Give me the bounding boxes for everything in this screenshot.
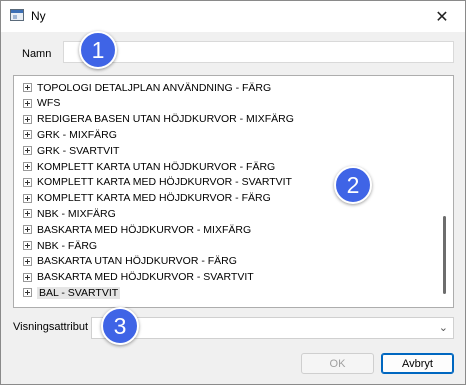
expand-plus-icon[interactable]	[23, 162, 32, 171]
tree-item[interactable]: KOMPLETT KARTA MED HÖJDKURVOR - FÄRG	[23, 190, 271, 207]
tree-scrollbar-thumb[interactable]	[443, 216, 446, 294]
expand-plus-icon[interactable]	[23, 225, 32, 235]
tree-item-label: GRK - SVARTVIT	[37, 144, 120, 157]
tree-item[interactable]: NBK - MIXFÄRG	[23, 205, 116, 222]
tree-item[interactable]: BASKARTA MED HÖJDKURVOR - MIXFÄRG	[23, 221, 251, 238]
tree-item-label: NBK - FÄRG	[37, 239, 98, 252]
tree-item-label: REDIGERA BASEN UTAN HÖJDKURVOR - MIXFÄRG	[37, 113, 294, 126]
tree-item-label: GRK - MIXFÄRG	[37, 128, 117, 141]
tree-item-label: TOPOLOGI DETALJPLAN ANVÄNDNING - FÄRG	[37, 81, 272, 94]
expand-plus-icon[interactable]	[23, 114, 32, 124]
tree-item[interactable]: BASKARTA MED HÖJDKURVOR - SVARTVIT	[23, 269, 254, 286]
display-attribute-dropdown[interactable]: ⌄	[91, 317, 454, 339]
tree-item[interactable]: TOPOLOGI DETALJPLAN ANVÄNDNING - FÄRG	[23, 79, 271, 96]
expand-plus-icon[interactable]	[23, 272, 32, 282]
tree-item-label: KOMPLETT KARTA UTAN HÖJDKURVOR - FÄRG	[37, 160, 276, 173]
window-title: Ny	[31, 9, 46, 23]
display-attribute-label: Visningsattribut	[13, 321, 89, 333]
expand-plus-icon[interactable]	[23, 209, 32, 219]
tree-item[interactable]: NBK - FÄRG	[23, 237, 97, 254]
expand-plus-icon[interactable]	[23, 177, 32, 187]
window-app-icon	[10, 9, 24, 21]
name-label: Namn	[22, 48, 52, 60]
tree-item-label: KOMPLETT KARTA MED HÖJDKURVOR - FÄRG	[37, 192, 271, 205]
tree-item-label: NBK - MIXFÄRG	[37, 207, 116, 220]
tree-item[interactable]: KOMPLETT KARTA MED HÖJDKURVOR - SVARTVIT	[23, 174, 292, 191]
expand-plus-icon[interactable]	[23, 241, 32, 250]
callout-badge-1: 1	[79, 31, 117, 69]
dialog-window: Ny ✕ Namn TOPOLOGI DETALJPLAN ANVÄNDNING…	[0, 0, 466, 385]
cancel-button[interactable]: Avbryt	[381, 353, 454, 374]
expand-plus-icon[interactable]	[23, 193, 32, 203]
expand-plus-icon[interactable]	[23, 98, 32, 108]
expand-plus-icon[interactable]	[23, 130, 32, 140]
close-button[interactable]: ✕	[419, 1, 465, 32]
tree-item[interactable]: GRK - MIXFÄRG	[23, 126, 117, 143]
tree-item-label: BAL - SVARTVIT	[37, 286, 121, 299]
callout-badge-2: 2	[334, 166, 372, 204]
close-icon: ✕	[435, 8, 449, 26]
tree-item-label: BASKARTA UTAN HÖJDKURVOR - FÄRG	[37, 255, 237, 268]
chevron-down-icon[interactable]: ⌄	[439, 321, 448, 334]
tree-item[interactable]: REDIGERA BASEN UTAN HÖJDKURVOR - MIXFÄRG	[23, 111, 294, 128]
name-input[interactable]	[63, 41, 454, 63]
tree-item[interactable]: GRK - SVARTVIT	[23, 142, 119, 159]
tree-item-label: KOMPLETT KARTA MED HÖJDKURVOR - SVARTVIT	[37, 176, 292, 189]
expand-plus-icon[interactable]	[23, 146, 32, 156]
tree-item[interactable]: WFS	[23, 95, 60, 112]
ok-button[interactable]: OK	[301, 353, 374, 374]
tree-item-label: BASKARTA MED HÖJDKURVOR - MIXFÄRG	[37, 223, 252, 236]
expand-plus-icon[interactable]	[23, 83, 32, 92]
tree-item-label: BASKARTA MED HÖJDKURVOR - SVARTVIT	[37, 271, 254, 284]
expand-plus-icon[interactable]	[23, 288, 32, 298]
tree-item[interactable]: KOMPLETT KARTA UTAN HÖJDKURVOR - FÄRG	[23, 158, 275, 175]
tree-item[interactable]: BASKARTA UTAN HÖJDKURVOR - FÄRG	[23, 253, 237, 270]
callout-badge-3: 3	[101, 307, 139, 345]
tree-item[interactable]: BAL - SVARTVIT	[23, 284, 121, 301]
layer-tree[interactable]: TOPOLOGI DETALJPLAN ANVÄNDNING - FÄRG WFS…	[13, 75, 454, 308]
tree-item-label: WFS	[37, 97, 61, 110]
title-bar[interactable]: Ny ✕	[1, 1, 465, 32]
expand-plus-icon[interactable]	[23, 256, 32, 266]
